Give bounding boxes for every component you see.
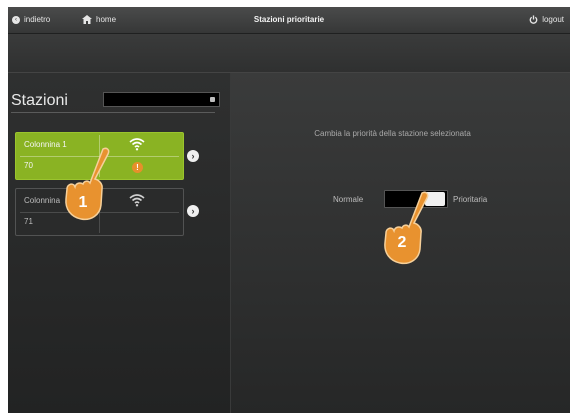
alert-icon: ! [132,162,143,173]
station-name: Colonnina [24,196,61,205]
annotation-label: 2 [398,234,407,251]
wifi-icon [129,138,145,151]
priority-description: Cambia la priorità della stazione selezi… [314,129,471,138]
hand-pointer-icon: 1 [65,147,110,221]
divider [11,112,215,113]
hand-pointer-icon: 2 [384,191,429,265]
toggle-label-priority: Prioritaria [453,195,488,204]
logout-button[interactable]: logout [529,15,564,24]
annotation-label: 1 [79,194,88,211]
power-icon [529,15,538,24]
toggle-label-normal: Normale [333,195,364,204]
station-code: 70 [24,161,33,170]
wifi-icon [129,194,145,207]
chevron-right-icon[interactable]: › [187,205,199,217]
page-title: Stazioni prioritarie [253,15,325,24]
stations-title: Stazioni [11,92,68,109]
top-bar: ‹ indietro home Stazioni prioritarie log… [8,7,570,34]
stations-filter-select[interactable] [103,92,220,107]
stations-panel [8,73,231,413]
menu-handle-icon [210,97,215,102]
sub-toolbar [8,34,570,73]
station-code: 71 [24,217,33,226]
logout-label: logout [542,15,564,24]
chevron-right-icon[interactable]: › [187,150,199,162]
